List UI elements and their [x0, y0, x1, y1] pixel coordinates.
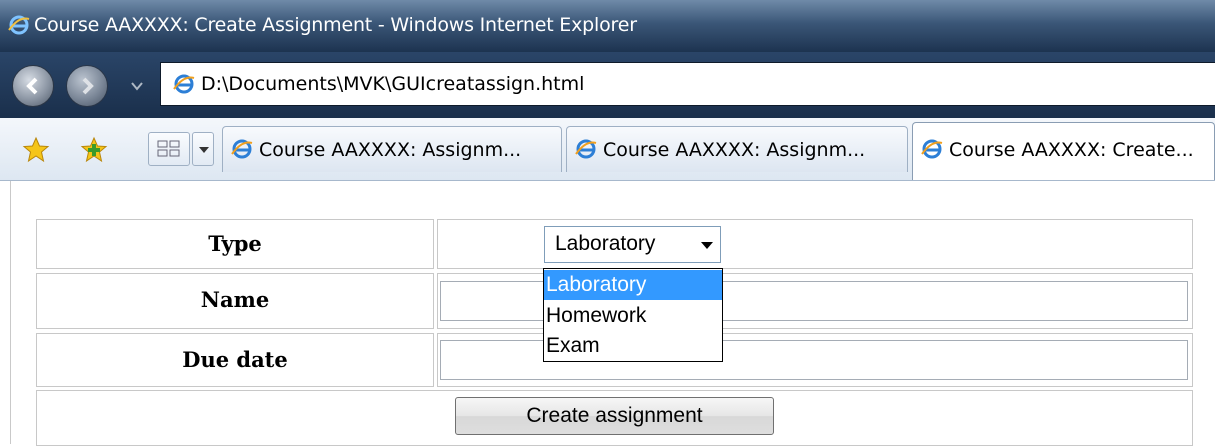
type-select-value: Laboratory	[555, 232, 656, 255]
type-select[interactable]: Laboratory	[544, 226, 721, 263]
navigation-bar: D:\Documents\MVK\GUIcreatassign.html	[0, 52, 1215, 118]
address-url: D:\Documents\MVK\GUIcreatassign.html	[201, 73, 585, 95]
tab-assignments-2[interactable]: Course AAXXXX: Assignm...	[566, 126, 908, 172]
back-arrow-icon	[26, 77, 38, 95]
type-label-cell: Type	[36, 219, 434, 269]
tab-list-dropdown[interactable]	[192, 132, 214, 166]
favorites-star-icon[interactable]	[22, 136, 50, 164]
create-assignment-button[interactable]: Create assignment	[455, 397, 774, 435]
type-dropdown-list: Laboratory Homework Exam	[543, 268, 723, 362]
history-dropdown-icon[interactable]	[130, 81, 144, 91]
type-option-exam[interactable]: Exam	[544, 331, 722, 361]
chevron-down-icon	[199, 147, 209, 153]
tab-assignments-1[interactable]: Course AAXXXX: Assignm...	[222, 126, 562, 172]
quick-tabs-button[interactable]	[148, 132, 190, 166]
forward-arrow-icon	[82, 77, 94, 95]
due-date-label: Due date	[182, 347, 288, 372]
window-title: Course AAXXXX: Create Assignment - Windo…	[34, 14, 637, 36]
type-label: Type	[208, 231, 262, 256]
forward-button[interactable]	[66, 65, 108, 107]
back-button[interactable]	[12, 65, 54, 107]
quick-tabs-grid-icon	[157, 140, 180, 157]
type-option-laboratory[interactable]: Laboratory	[544, 270, 722, 300]
name-label: Name	[200, 287, 270, 312]
internet-explorer-icon	[8, 14, 30, 40]
tab-label: Course AAXXXX: Create...	[949, 139, 1194, 161]
tab-create-assignment[interactable]: Course AAXXXX: Create...	[912, 122, 1215, 180]
frame-border	[10, 181, 11, 444]
page-icon	[173, 73, 195, 99]
address-bar[interactable]: D:\Documents\MVK\GUIcreatassign.html	[160, 62, 1215, 106]
page-icon	[575, 138, 597, 164]
name-label-cell: Name	[36, 273, 434, 329]
due-date-label-cell: Due date	[36, 333, 434, 387]
page-icon	[921, 138, 943, 164]
window-title-bar: Course AAXXXX: Create Assignment - Windo…	[0, 0, 1215, 52]
tab-label: Course AAXXXX: Assignm...	[259, 139, 522, 161]
type-option-homework[interactable]: Homework	[544, 301, 722, 331]
page-icon	[231, 138, 253, 164]
tab-bar: Course AAXXXX: Assignm... Course AAXXXX:…	[0, 118, 1215, 181]
tab-label: Course AAXXXX: Assignm...	[603, 139, 866, 161]
add-favorites-icon[interactable]	[80, 136, 108, 164]
chevron-down-icon	[701, 242, 713, 249]
